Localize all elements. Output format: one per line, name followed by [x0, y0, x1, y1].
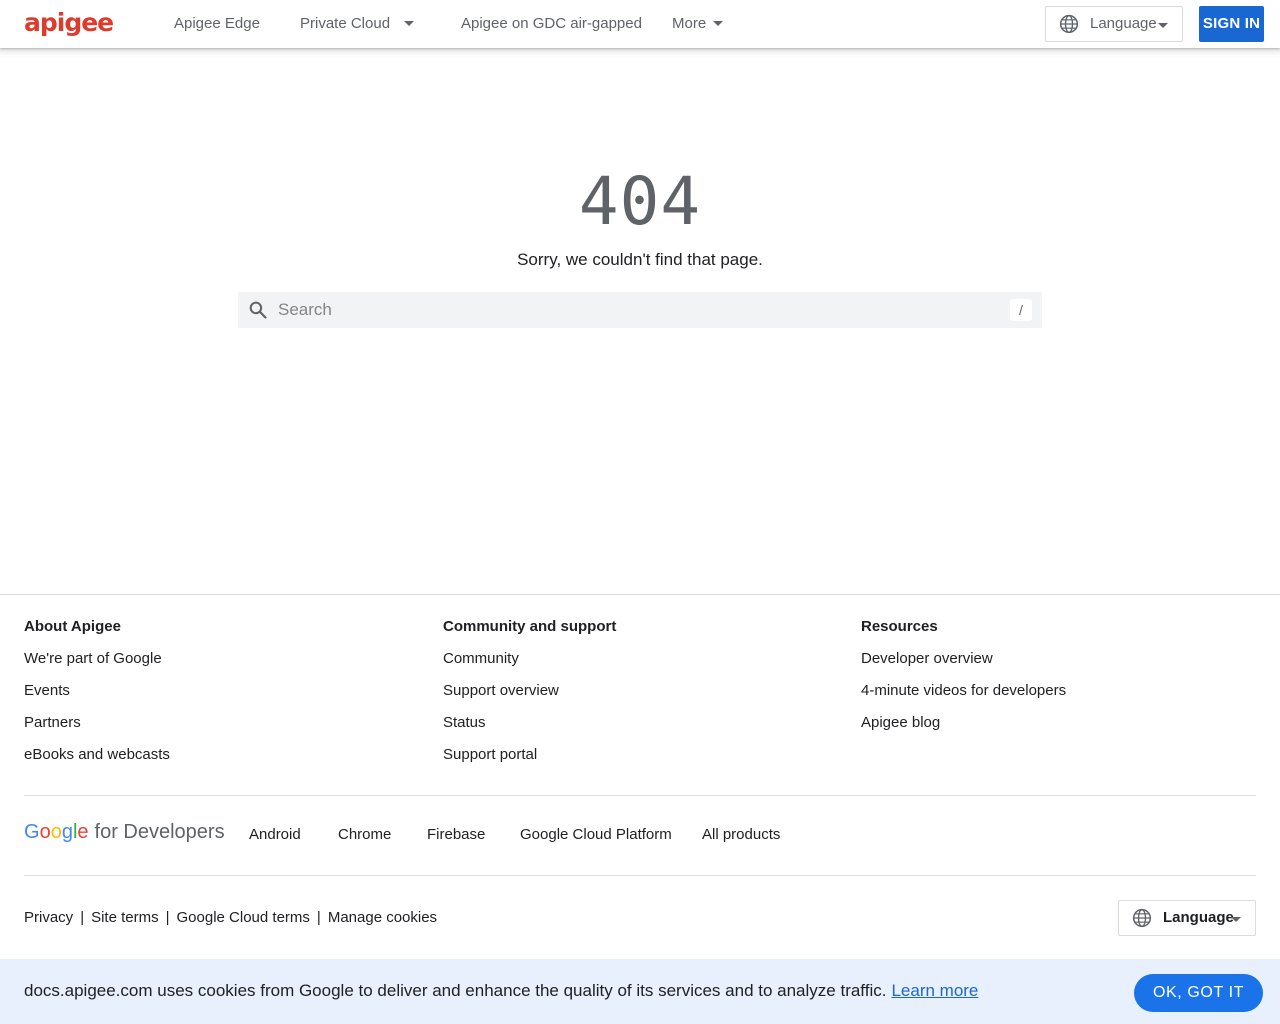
footer-link[interactable]: Developer overview — [861, 648, 1261, 680]
footer-link[interactable]: Events — [24, 680, 424, 712]
footer-link[interactable]: We're part of Google — [24, 648, 424, 680]
manage-cookies-link[interactable]: Manage cookies — [328, 909, 437, 926]
language-label: Language — [1163, 909, 1234, 926]
cookie-ok-button[interactable]: OK, GOT IT — [1134, 974, 1263, 1012]
nav-more[interactable]: More — [672, 0, 724, 48]
footer-column-title: Resources — [861, 618, 938, 635]
search-input[interactable] — [278, 292, 978, 328]
footer-link[interactable]: 4-minute videos for developers — [861, 680, 1261, 712]
footer-divider — [0, 594, 1280, 595]
product-link-gcp[interactable]: Google Cloud Platform — [520, 824, 672, 846]
globe-icon — [1132, 908, 1152, 932]
footer-divider — [24, 875, 1256, 876]
search-icon — [248, 300, 268, 325]
globe-icon — [1059, 14, 1079, 38]
product-link-android[interactable]: Android — [249, 824, 301, 846]
separator: | — [165, 909, 170, 926]
search-shortcut-hint: / — [1010, 299, 1032, 321]
site-terms-link[interactable]: Site terms — [91, 909, 159, 926]
nav-private-cloud-label: Private Cloud — [300, 15, 391, 32]
nav-apigee-edge[interactable]: Apigee Edge — [174, 0, 260, 48]
privacy-link[interactable]: Privacy — [24, 909, 73, 926]
product-link-all[interactable]: All products — [702, 824, 780, 846]
product-link-chrome[interactable]: Chrome — [338, 824, 391, 846]
chevron-down-icon — [1158, 23, 1168, 28]
footer-divider — [24, 795, 1256, 796]
nav-private-cloud[interactable]: Private Cloud — [300, 0, 415, 48]
for-developers-text: for Developers — [94, 821, 225, 843]
nav-more-label: More — [672, 15, 707, 32]
footer-column-title: Community and support — [443, 618, 617, 635]
footer-link[interactable]: Community — [443, 648, 843, 680]
language-select[interactable]: Language — [1045, 6, 1183, 42]
sign-in-button[interactable]: SIGN IN — [1199, 6, 1264, 42]
footer-column-resources: Resources Developer overview 4-minute vi… — [861, 616, 1261, 744]
search-bar[interactable]: / — [238, 292, 1042, 328]
error-code: 404 — [578, 163, 702, 240]
chevron-down-icon — [404, 20, 415, 26]
cookie-banner: docs.apigee.com uses cookies from Google… — [0, 959, 1280, 1024]
language-label: Language — [1090, 15, 1157, 32]
footer-link[interactable]: Apigee blog — [861, 712, 1261, 744]
nav-apigee-edge-label: Apigee Edge — [174, 15, 260, 32]
cookie-notice: docs.apigee.com uses cookies from Google… — [24, 980, 978, 1002]
top-header: apigee Apigee Edge Private Cloud Apigee … — [0, 0, 1280, 48]
footer-link[interactable]: Support overview — [443, 680, 843, 712]
error-message: Sorry, we couldn't find that page. — [517, 250, 763, 269]
google-wordmark: Google — [24, 821, 89, 843]
separator: | — [316, 909, 321, 926]
footer-link[interactable]: Support portal — [443, 744, 843, 776]
cloud-terms-link[interactable]: Google Cloud terms — [177, 909, 310, 926]
google-for-developers-logo[interactable]: Google for Developers — [24, 818, 225, 846]
apigee-logo[interactable]: apigee — [24, 8, 114, 38]
footer-language-select[interactable]: Language — [1118, 900, 1256, 936]
footer-link[interactable]: eBooks and webcasts — [24, 744, 424, 776]
learn-more-link[interactable]: Learn more — [891, 981, 978, 1000]
chevron-down-icon — [713, 20, 724, 26]
cookie-text: docs.apigee.com uses cookies from Google… — [24, 981, 887, 1000]
product-link-firebase[interactable]: Firebase — [427, 824, 485, 846]
footer-link[interactable]: Partners — [24, 712, 424, 744]
footer-column-title: About Apigee — [24, 618, 121, 635]
footer-link[interactable]: Status — [443, 712, 843, 744]
nav-apigee-gdc[interactable]: Apigee on GDC air-gapped — [461, 0, 642, 48]
chevron-down-icon — [1231, 917, 1241, 922]
footer-column-about: About Apigee We're part of Google Events… — [24, 616, 424, 776]
legal-links: Privacy | Site terms | Google Cloud terms | Ma… — [24, 907, 437, 929]
footer-column-community: Community and support Community Support … — [443, 616, 843, 776]
nav-apigee-gdc-label: Apigee on GDC air-gapped — [461, 15, 642, 32]
separator: | — [80, 909, 85, 926]
